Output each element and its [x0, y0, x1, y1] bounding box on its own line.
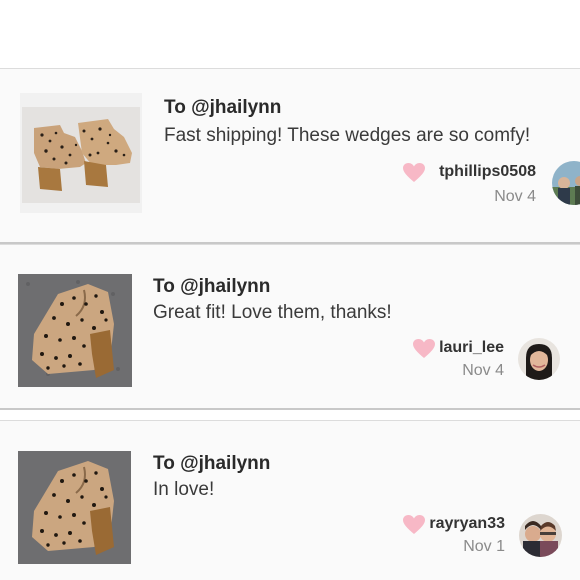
comment-recipient[interactable]: To @jhailynn: [153, 453, 270, 475]
comment-text: Great fit! Love them, thanks!: [153, 302, 392, 323]
avatar[interactable]: [518, 338, 560, 380]
username[interactable]: rayryan33: [429, 515, 505, 533]
heart-icon[interactable]: [402, 514, 426, 535]
avatar[interactable]: [519, 514, 562, 557]
comment-date: Nov 1: [463, 538, 505, 555]
comment-recipient[interactable]: To @jhailynn: [164, 97, 281, 119]
username[interactable]: lauri_lee: [439, 339, 504, 357]
comment-text: Fast shipping! These wedges are so comfy…: [164, 125, 531, 146]
heart-icon[interactable]: [402, 162, 426, 183]
comment-date: Nov 4: [494, 188, 536, 205]
product-thumbnail[interactable]: [18, 274, 132, 387]
username[interactable]: tphillips0508: [439, 163, 536, 181]
product-thumbnail[interactable]: [20, 93, 142, 213]
avatar[interactable]: [552, 161, 580, 205]
heart-icon[interactable]: [412, 338, 436, 359]
comment-card: To @jhailynn In love! rayryan33 Nov 1: [0, 420, 580, 580]
comment-card: To @jhailynn Great fit! Love them, thank…: [0, 244, 580, 410]
comment-text: In love!: [153, 479, 215, 500]
comment-recipient[interactable]: To @jhailynn: [153, 276, 270, 298]
comment-card: To @jhailynn Fast shipping! These wedges…: [0, 68, 580, 244]
product-thumbnail[interactable]: [18, 451, 131, 564]
comment-date: Nov 4: [462, 362, 504, 379]
